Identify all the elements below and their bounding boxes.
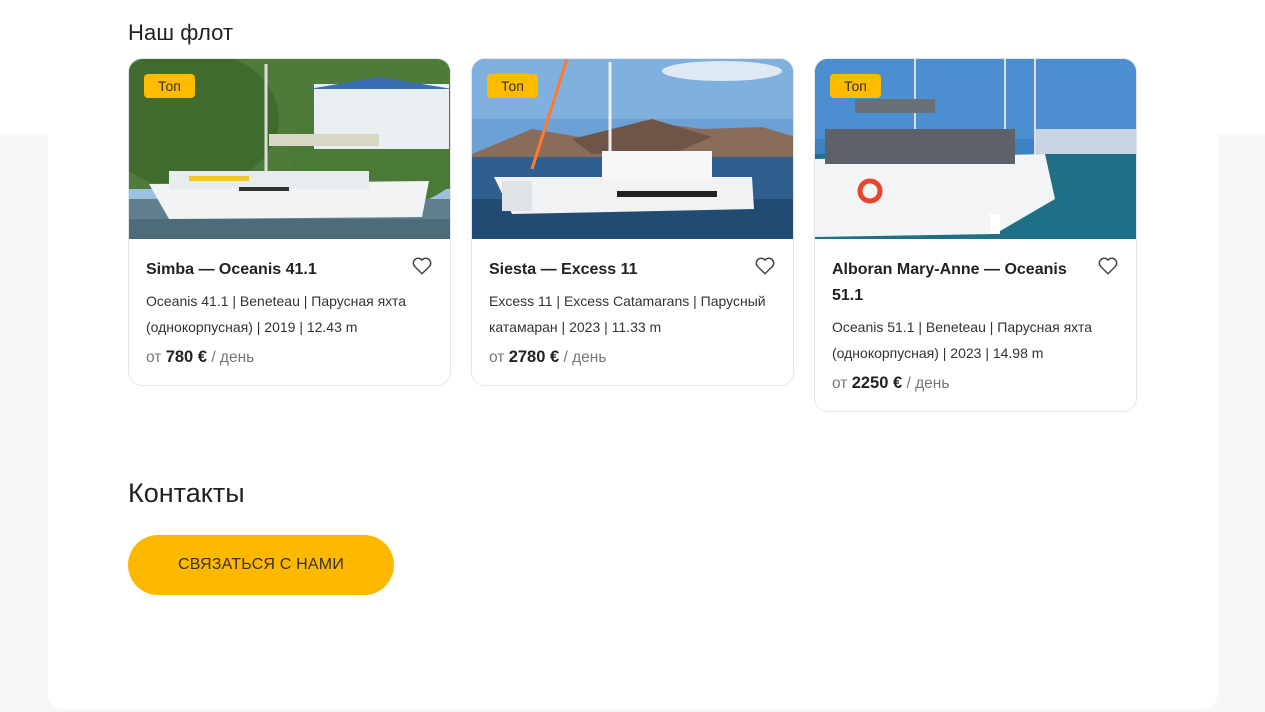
- contact-us-button[interactable]: СВЯЗАТЬСЯ С НАМИ: [128, 535, 394, 595]
- price-prefix: от: [832, 375, 848, 392]
- price-suffix: / день: [906, 375, 950, 392]
- heart-icon[interactable]: [412, 257, 432, 275]
- price-suffix: / день: [211, 349, 255, 366]
- heart-icon[interactable]: [755, 257, 775, 275]
- top-badge: Топ: [830, 74, 881, 98]
- price-value: 2780 €: [508, 348, 560, 366]
- yacht-photo[interactable]: Топ: [815, 59, 1136, 239]
- yacht-specs: Oceanis 51.1 | Beneteau | Парусная яхта …: [832, 319, 1093, 361]
- price-value: 780 €: [165, 348, 207, 366]
- yacht-title[interactable]: Alboran Mary-Anne — Oceanis 51.1: [832, 257, 1119, 309]
- yacht-price: от 2250 € / день: [832, 374, 1119, 393]
- price-prefix: от: [489, 349, 505, 366]
- fleet-section-title: Наш флот: [128, 20, 234, 45]
- yacht-specs: Excess 11 | Excess Catamarans | Парусный…: [489, 293, 766, 335]
- heart-icon[interactable]: [1098, 257, 1118, 275]
- price-prefix: от: [146, 349, 162, 366]
- price-value: 2250 €: [851, 374, 903, 392]
- price-suffix: / день: [563, 349, 607, 366]
- top-badge: Топ: [487, 74, 538, 98]
- contacts-section-title: Контакты: [128, 478, 245, 508]
- yacht-title[interactable]: Siesta — Excess 11: [489, 257, 776, 283]
- yacht-title[interactable]: Simba — Oceanis 41.1: [146, 257, 433, 283]
- yacht-specs: Oceanis 41.1 | Beneteau | Парусная яхта …: [146, 293, 407, 335]
- top-badge: Топ: [144, 74, 195, 98]
- yacht-card[interactable]: Топ Alboran Mary-Anne — Oceanis 51.1 Oce…: [814, 58, 1137, 412]
- yacht-price: от 2780 € / день: [489, 348, 776, 367]
- yacht-photo[interactable]: Топ: [129, 59, 450, 239]
- yacht-card[interactable]: Топ Siesta — Excess 11 Excess 11 | Exces…: [471, 58, 794, 386]
- yacht-price: от 780 € / день: [146, 348, 433, 367]
- yacht-card[interactable]: Топ Simba — Oceanis 41.1 Oceanis 41.1 | …: [128, 58, 451, 386]
- yacht-photo[interactable]: Топ: [472, 59, 793, 239]
